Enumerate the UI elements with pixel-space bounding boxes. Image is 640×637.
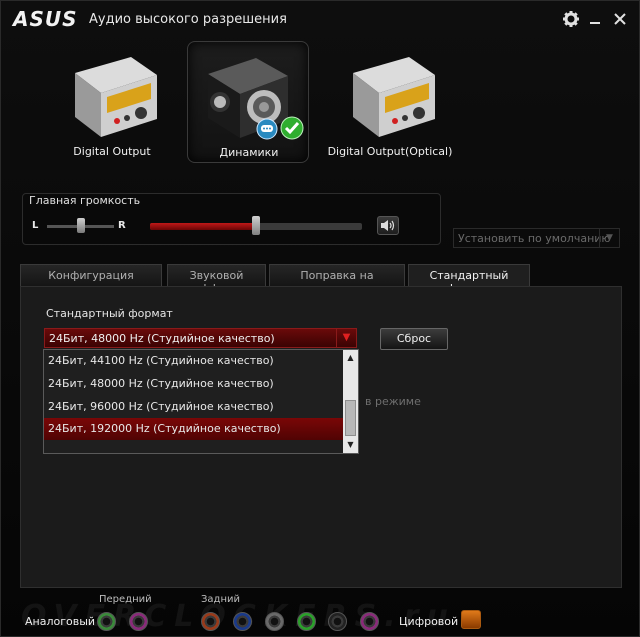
app-window: ASUS Аудио высокого разрешения Digital O… (0, 0, 640, 637)
reset-button[interactable]: Сброс (380, 328, 448, 350)
format-select[interactable]: 24Бит, 48000 Hz (Студийное качество) ▼ (44, 328, 357, 348)
balance-slider-handle[interactable] (76, 218, 85, 233)
rear-jack-pink[interactable] (360, 612, 379, 631)
device-label: Digital Output(Optical) (327, 145, 453, 158)
device-label: Digital Output (73, 145, 151, 158)
format-option[interactable]: 24Бит, 44100 Hz (Студийное качество) (44, 350, 343, 372)
set-default-button[interactable]: Установить по умолчанию ▼ (453, 228, 620, 248)
volume-slider-handle[interactable] (252, 216, 260, 235)
title-bar: ASUS Аудио высокого разрешения (1, 1, 639, 37)
rear-jack-green[interactable] (297, 612, 316, 631)
chevron-down-icon[interactable]: ▼ (336, 329, 356, 347)
asus-logo: ASUS (13, 7, 78, 31)
set-default-label: Установить по умолчанию (458, 232, 611, 245)
volume-title: Главная громкость (29, 194, 141, 207)
rear-jack-blue[interactable] (233, 612, 252, 631)
optical-output-device-icon (353, 57, 435, 137)
jack-bar: Аналоговый Передний Задний Цифровой (1, 588, 639, 636)
scroll-up-icon[interactable]: ▲ (343, 350, 358, 365)
rear-jacks-label: Задний (201, 594, 240, 605)
device-digital-output[interactable]: Digital Output (53, 45, 171, 161)
device-label: Динамики (219, 146, 279, 159)
analog-label: Аналоговый (25, 615, 96, 628)
format-option[interactable]: 24Бит, 96000 Hz (Студийное качество) (44, 396, 343, 418)
app-title: Аудио высокого разрешения (89, 12, 287, 27)
minimize-icon[interactable] (586, 10, 604, 28)
spdif-icon[interactable] (461, 610, 481, 629)
tab-room-correction[interactable]: Поправка на помещение (269, 264, 405, 295)
digital-label: Цифровой (399, 615, 459, 628)
device-optical-output[interactable]: Digital Output(Optical) (328, 45, 452, 161)
tab-default-format[interactable]: Стандартный формат (408, 264, 530, 295)
digital-output-device-icon (75, 57, 157, 137)
volume-fill (150, 223, 256, 230)
balance-right-label: R (118, 220, 126, 231)
partially-hidden-text: в режиме (365, 395, 421, 408)
rear-jack-gray[interactable] (265, 612, 284, 631)
device-speakers[interactable]: Динамики (187, 41, 309, 163)
front-jack-pink[interactable] (129, 612, 148, 631)
format-select-value: 24Бит, 48000 Hz (Студийное качество) (49, 332, 275, 345)
close-icon[interactable] (611, 10, 629, 28)
mute-button[interactable] (377, 216, 399, 235)
gear-icon[interactable] (562, 10, 580, 28)
format-dropdown-list: 24Бит, 44100 Hz (Студийное качество) 24Б… (43, 349, 359, 454)
tab-speaker-config[interactable]: Конфигурация динамиков (20, 264, 162, 295)
format-option[interactable]: 24Бит, 48000 Hz (Студийное качество) (44, 373, 343, 395)
scrollbar-thumb[interactable] (345, 400, 356, 436)
format-option-highlighted[interactable]: 24Бит, 192000 Hz (Студийное качество) (44, 418, 343, 440)
master-volume-panel: Главная громкость L R (22, 193, 441, 245)
chat-bubble-icon[interactable] (256, 118, 278, 140)
scroll-down-icon[interactable]: ▼ (343, 437, 358, 452)
balance-left-label: L (32, 220, 39, 231)
default-format-label: Стандартный формат (46, 307, 173, 320)
tab-content: Стандартный формат 24Бит, 48000 Hz (Студ… (20, 286, 622, 588)
chevron-down-icon: ▼ (599, 229, 619, 247)
tab-sound-effect[interactable]: Звуковой эффект (167, 264, 266, 295)
front-jack-green[interactable] (97, 612, 116, 631)
front-jacks-label: Передний (99, 594, 152, 605)
dropdown-scrollbar[interactable]: ▲ ▼ (343, 350, 358, 453)
speaker-volume-icon (381, 220, 395, 231)
checkmark-icon (280, 116, 304, 140)
rear-jack-black[interactable] (328, 612, 347, 631)
rear-jack-orange[interactable] (201, 612, 220, 631)
